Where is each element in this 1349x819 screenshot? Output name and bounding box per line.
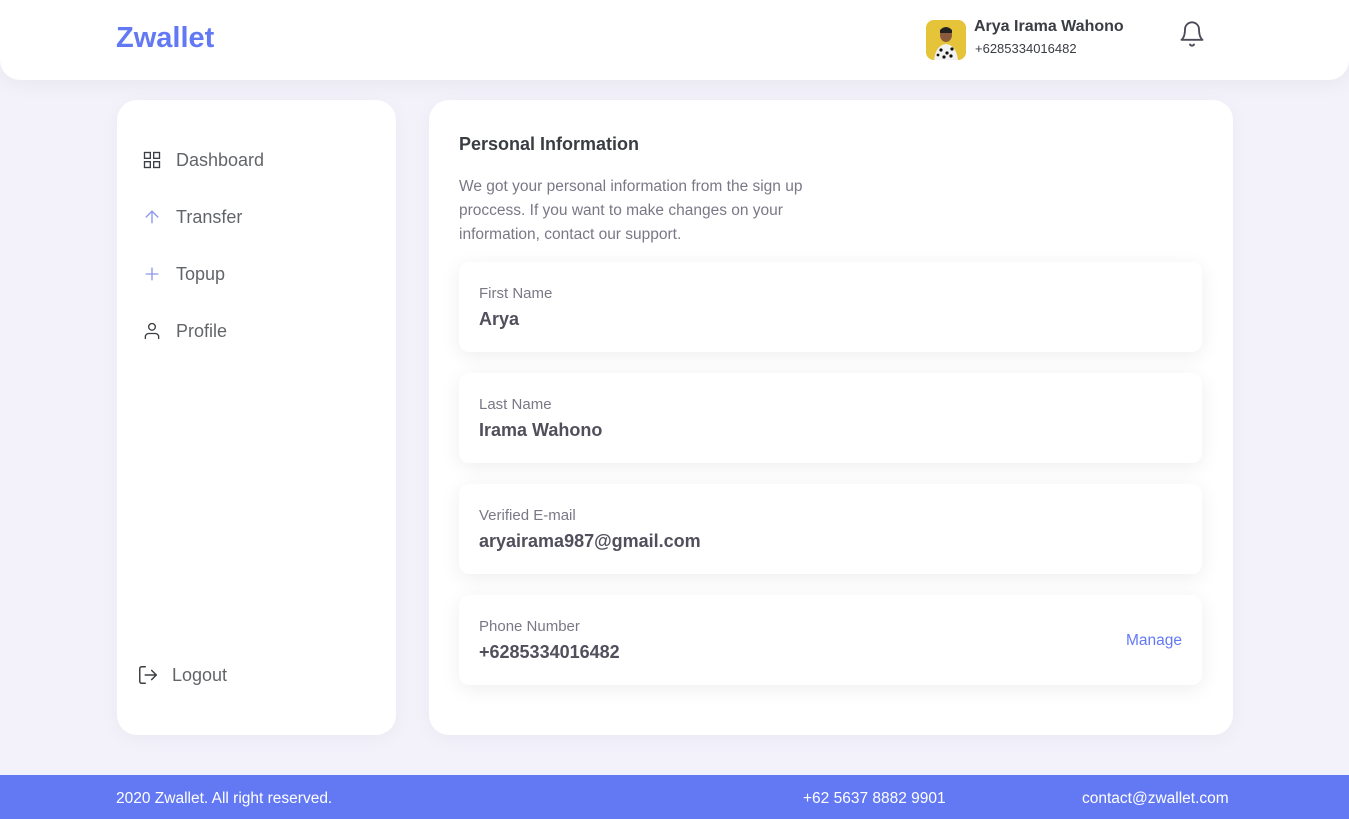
logout-label: Logout: [172, 664, 228, 685]
plus-icon: [141, 263, 163, 285]
footer-email: contact@zwallet.com: [1082, 790, 1229, 807]
field-label: Phone Number: [479, 618, 580, 635]
footer-copyright: 2020 Zwallet. All right reserved.: [116, 790, 333, 807]
logout-icon: [137, 664, 159, 686]
sidebar-item-transfer[interactable]: Transfer: [141, 202, 242, 232]
phone-number-card: Phone Number +6285334016482 Manage: [459, 595, 1202, 685]
field-label: Last Name: [479, 396, 552, 413]
sidebar-item-label: Dashboard: [176, 149, 265, 170]
bell-icon[interactable]: [1178, 20, 1206, 48]
footer-phone: +62 5637 8882 9901: [803, 790, 946, 807]
last-name-card: Last Name Irama Wahono: [459, 373, 1202, 463]
sidebar-item-dashboard[interactable]: Dashboard: [141, 145, 264, 175]
field-value: aryairama987@gmail.com: [479, 531, 701, 551]
header-user-name: Arya Irama Wahono: [974, 18, 1124, 35]
logout-button[interactable]: Logout: [137, 660, 227, 690]
top-header: Zwallet Arya Irama Wahono +6285334016482: [0, 0, 1349, 80]
header-user-phone: +6285334016482: [975, 41, 1077, 56]
field-label: Verified E-mail: [479, 507, 576, 524]
personal-info-panel: Personal Information We got your persona…: [429, 100, 1233, 735]
sidebar-item-label: Transfer: [176, 206, 243, 227]
sidebar-item-label: Profile: [176, 320, 228, 341]
page-description: We got your personal information from th…: [459, 178, 803, 243]
field-label: First Name: [479, 285, 553, 302]
field-value: Irama Wahono: [479, 420, 603, 440]
email-card: Verified E-mail aryairama987@gmail.com: [459, 484, 1202, 574]
sidebar-item-label: Topup: [176, 263, 226, 284]
field-value: +6285334016482: [479, 642, 620, 662]
field-value: Arya: [479, 309, 520, 329]
avatar[interactable]: [926, 20, 966, 60]
app-logo[interactable]: Zwallet: [116, 22, 214, 55]
arrow-up-icon: [141, 206, 163, 228]
footer: 2020 Zwallet. All right reserved. +62 56…: [0, 775, 1349, 819]
grid-icon: [141, 149, 163, 171]
page-title: Personal Information: [459, 134, 640, 154]
sidebar: Dashboard Transfer Topup Profile Logout: [117, 100, 396, 735]
first-name-card: First Name Arya: [459, 262, 1202, 352]
sidebar-item-topup[interactable]: Topup: [141, 259, 225, 289]
user-icon: [141, 320, 163, 342]
sidebar-item-profile[interactable]: Profile: [141, 316, 227, 346]
manage-phone-link[interactable]: Manage: [1126, 632, 1182, 650]
